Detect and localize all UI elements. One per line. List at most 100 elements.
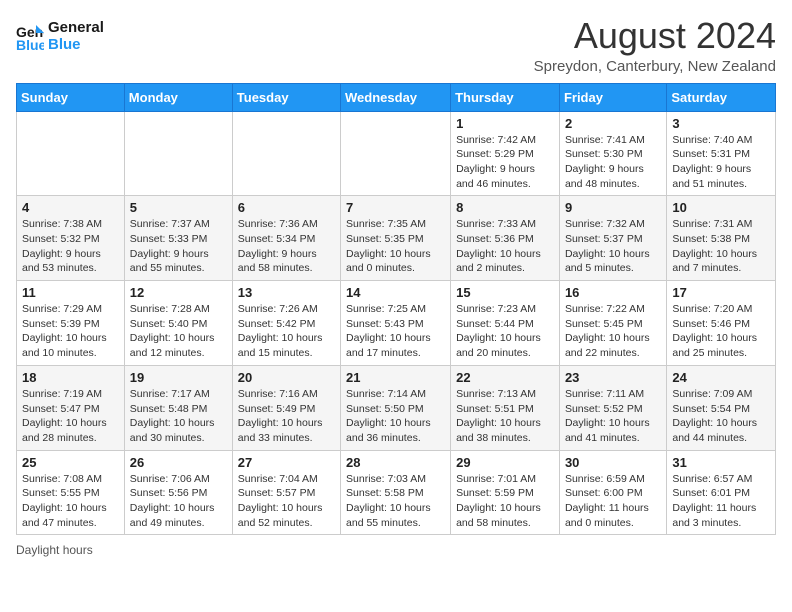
day-number: 27	[238, 455, 335, 470]
day-number: 17	[672, 285, 770, 300]
calendar-week-row: 4 Sunrise: 7:38 AM Sunset: 5:32 PM Daylig…	[17, 196, 776, 281]
footer: Daylight hours	[16, 543, 776, 557]
day-number: 10	[672, 200, 770, 215]
logo-blue: Blue	[48, 37, 104, 54]
calendar-day-header: Friday	[559, 83, 666, 111]
day-number: 23	[565, 370, 661, 385]
calendar-cell: 22Sunrise: 7:13 AM Sunset: 5:51 PM Dayli…	[451, 365, 560, 450]
day-info: Sunrise: 7:04 AM Sunset: 5:57 PM Dayligh…	[238, 472, 335, 531]
calendar-header-row: SundayMondayTuesdayWednesdayThursdayFrid…	[17, 83, 776, 111]
day-info: Sunrise: 7:17 AM Sunset: 5:48 PM Dayligh…	[130, 387, 227, 446]
calendar-cell: 9Sunrise: 7:32 AM Sunset: 5:37 PM Daylig…	[559, 196, 666, 281]
calendar-cell: 3Sunrise: 7:40 AM Sunset: 5:31 PM Daylig…	[667, 111, 776, 196]
calendar-cell: 10 Sunrise: 7:31 AM Sunset: 5:38 PM Dayli…	[667, 196, 776, 281]
calendar-day-header: Thursday	[451, 83, 560, 111]
calendar-cell: 16 Sunrise: 7:22 AM Sunset: 5:45 PM Dayli…	[559, 281, 666, 366]
calendar-cell: 5Sunrise: 7:37 AM Sunset: 5:33 PM Daylig…	[124, 196, 232, 281]
calendar-cell: 24Sunrise: 7:09 AM Sunset: 5:54 PM Dayli…	[667, 365, 776, 450]
calendar-cell: 25Sunrise: 7:08 AM Sunset: 5:55 PM Dayli…	[17, 450, 125, 535]
day-number: 24	[672, 370, 770, 385]
day-number: 28	[346, 455, 445, 470]
day-info: Sunrise: 7:16 AM Sunset: 5:49 PM Dayligh…	[238, 387, 335, 446]
calendar-week-row: 11 Sunrise: 7:29 AM Sunset: 5:39 PM Dayli…	[17, 281, 776, 366]
day-info: Sunrise: 7:29 AM Sunset: 5:39 PM Dayligh…	[22, 302, 119, 361]
day-number: 6	[238, 200, 335, 215]
day-number: 19	[130, 370, 227, 385]
day-info: Sunrise: 7:38 AM Sunset: 5:32 PM Dayligh…	[22, 217, 119, 276]
calendar-cell: 26Sunrise: 7:06 AM Sunset: 5:56 PM Dayli…	[124, 450, 232, 535]
calendar-cell: 31Sunrise: 6:57 AM Sunset: 6:01 PM Dayli…	[667, 450, 776, 535]
day-number: 14	[346, 285, 445, 300]
day-number: 18	[22, 370, 119, 385]
day-info: Sunrise: 7:35 AM Sunset: 5:35 PM Dayligh…	[346, 217, 445, 276]
day-number: 30	[565, 455, 661, 470]
day-info: Sunrise: 7:01 AM Sunset: 5:59 PM Dayligh…	[456, 472, 554, 531]
title-area: August 2024 Spreydon, Canterbury, New Ze…	[534, 16, 776, 75]
calendar-cell	[17, 111, 125, 196]
calendar-day-header: Tuesday	[232, 83, 340, 111]
day-info: Sunrise: 7:23 AM Sunset: 5:44 PM Dayligh…	[456, 302, 554, 361]
calendar-cell: 19 Sunrise: 7:17 AM Sunset: 5:48 PM Dayli…	[124, 365, 232, 450]
calendar-cell: 27 Sunrise: 7:04 AM Sunset: 5:57 PM Dayli…	[232, 450, 340, 535]
day-number: 15	[456, 285, 554, 300]
calendar-table: SundayMondayTuesdayWednesdayThursdayFrid…	[16, 83, 776, 536]
calendar-cell: 14 Sunrise: 7:25 AM Sunset: 5:43 PM Dayli…	[341, 281, 451, 366]
calendar-cell: 12Sunrise: 7:28 AM Sunset: 5:40 PM Dayli…	[124, 281, 232, 366]
day-info: Sunrise: 6:57 AM Sunset: 6:01 PM Dayligh…	[672, 472, 770, 531]
calendar-cell: 13Sunrise: 7:26 AM Sunset: 5:42 PM Dayli…	[232, 281, 340, 366]
day-number: 16	[565, 285, 661, 300]
day-number: 8	[456, 200, 554, 215]
calendar-cell: 4 Sunrise: 7:38 AM Sunset: 5:32 PM Daylig…	[17, 196, 125, 281]
calendar-cell: 7Sunrise: 7:35 AM Sunset: 5:35 PM Daylig…	[341, 196, 451, 281]
day-number: 26	[130, 455, 227, 470]
day-number: 5	[130, 200, 227, 215]
logo-icon: General Blue	[16, 23, 44, 51]
calendar-cell: 28 Sunrise: 7:03 AM Sunset: 5:58 PM Dayli…	[341, 450, 451, 535]
day-info: Sunrise: 7:28 AM Sunset: 5:40 PM Dayligh…	[130, 302, 227, 361]
calendar-cell: 30 Sunrise: 6:59 AM Sunset: 6:00 PM Dayli…	[559, 450, 666, 535]
day-info: Sunrise: 7:32 AM Sunset: 5:37 PM Dayligh…	[565, 217, 661, 276]
day-info: Sunrise: 7:03 AM Sunset: 5:58 PM Dayligh…	[346, 472, 445, 531]
day-info: Sunrise: 7:25 AM Sunset: 5:43 PM Dayligh…	[346, 302, 445, 361]
day-info: Sunrise: 7:42 AM Sunset: 5:29 PM Dayligh…	[456, 133, 554, 192]
day-info: Sunrise: 7:08 AM Sunset: 5:55 PM Dayligh…	[22, 472, 119, 531]
day-info: Sunrise: 7:13 AM Sunset: 5:51 PM Dayligh…	[456, 387, 554, 446]
calendar-cell: 15 Sunrise: 7:23 AM Sunset: 5:44 PM Dayli…	[451, 281, 560, 366]
day-number: 29	[456, 455, 554, 470]
day-number: 4	[22, 200, 119, 215]
calendar-cell: 11 Sunrise: 7:29 AM Sunset: 5:39 PM Dayli…	[17, 281, 125, 366]
day-number: 1	[456, 116, 554, 131]
day-info: Sunrise: 7:40 AM Sunset: 5:31 PM Dayligh…	[672, 133, 770, 192]
calendar-day-header: Sunday	[17, 83, 125, 111]
calendar-cell: 18Sunrise: 7:19 AM Sunset: 5:47 PM Dayli…	[17, 365, 125, 450]
calendar-cell: 23Sunrise: 7:11 AM Sunset: 5:52 PM Dayli…	[559, 365, 666, 450]
calendar-day-header: Saturday	[667, 83, 776, 111]
calendar-cell	[341, 111, 451, 196]
day-number: 11	[22, 285, 119, 300]
calendar-day-header: Wednesday	[341, 83, 451, 111]
header: General Blue General Blue August 2024 Sp…	[16, 16, 776, 75]
calendar-cell: 2 Sunrise: 7:41 AM Sunset: 5:30 PM Daylig…	[559, 111, 666, 196]
logo-general: General	[48, 20, 104, 37]
day-info: Sunrise: 7:41 AM Sunset: 5:30 PM Dayligh…	[565, 133, 661, 192]
calendar-cell: 1 Sunrise: 7:42 AM Sunset: 5:29 PM Daylig…	[451, 111, 560, 196]
calendar-week-row: 1 Sunrise: 7:42 AM Sunset: 5:29 PM Daylig…	[17, 111, 776, 196]
day-number: 2	[565, 116, 661, 131]
calendar-week-row: 18Sunrise: 7:19 AM Sunset: 5:47 PM Dayli…	[17, 365, 776, 450]
calendar-cell: 8Sunrise: 7:33 AM Sunset: 5:36 PM Daylig…	[451, 196, 560, 281]
page-subtitle: Spreydon, Canterbury, New Zealand	[534, 58, 776, 75]
calendar-week-row: 25Sunrise: 7:08 AM Sunset: 5:55 PM Dayli…	[17, 450, 776, 535]
calendar-cell: 20 Sunrise: 7:16 AM Sunset: 5:49 PM Dayli…	[232, 365, 340, 450]
day-number: 20	[238, 370, 335, 385]
calendar-cell: 17Sunrise: 7:20 AM Sunset: 5:46 PM Dayli…	[667, 281, 776, 366]
calendar-cell	[124, 111, 232, 196]
day-info: Sunrise: 7:22 AM Sunset: 5:45 PM Dayligh…	[565, 302, 661, 361]
day-info: Sunrise: 6:59 AM Sunset: 6:00 PM Dayligh…	[565, 472, 661, 531]
page-title: August 2024	[534, 16, 776, 56]
day-info: Sunrise: 7:31 AM Sunset: 5:38 PM Dayligh…	[672, 217, 770, 276]
calendar-cell: 6Sunrise: 7:36 AM Sunset: 5:34 PM Daylig…	[232, 196, 340, 281]
daylight-label: Daylight hours	[16, 543, 93, 557]
calendar-cell: 21Sunrise: 7:14 AM Sunset: 5:50 PM Dayli…	[341, 365, 451, 450]
day-info: Sunrise: 7:26 AM Sunset: 5:42 PM Dayligh…	[238, 302, 335, 361]
day-number: 21	[346, 370, 445, 385]
